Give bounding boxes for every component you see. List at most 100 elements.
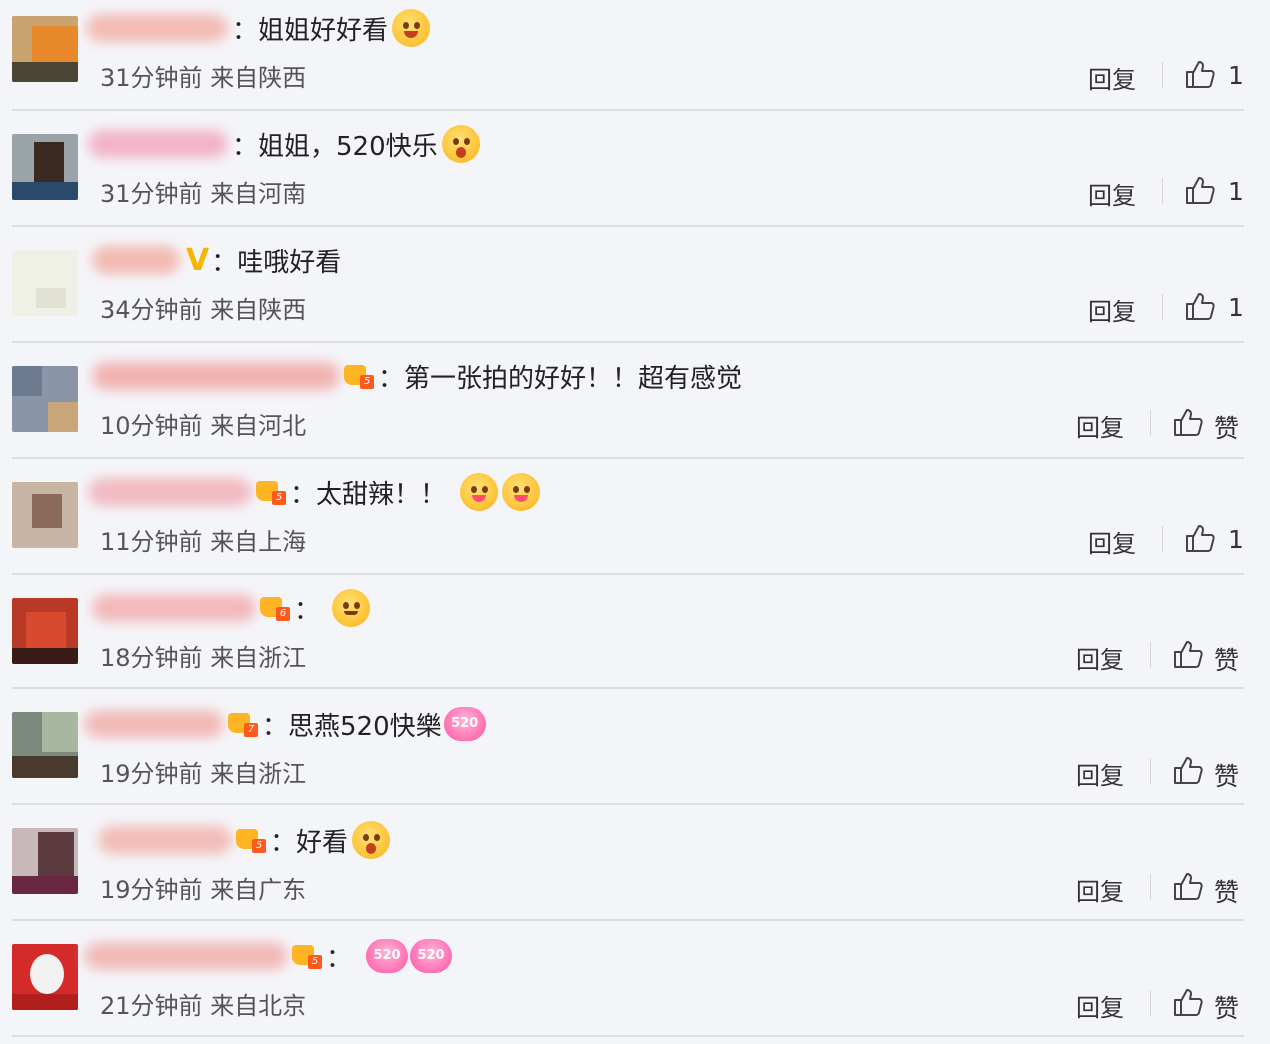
reply-button[interactable]: 回复 bbox=[1088, 176, 1136, 211]
colon: ： bbox=[232, 15, 259, 46]
reply-button[interactable]: 回复 bbox=[1088, 60, 1136, 95]
colon: ： bbox=[290, 479, 317, 510]
avatar[interactable] bbox=[12, 134, 78, 200]
thumbs-up-icon[interactable] bbox=[1184, 58, 1216, 90]
reply-button[interactable]: 回复 bbox=[1088, 292, 1136, 327]
avatar[interactable] bbox=[12, 366, 78, 432]
comment-content: ： 姐姐好好看 bbox=[232, 8, 431, 48]
avatar[interactable] bbox=[12, 598, 78, 664]
like-label[interactable]: 赞 bbox=[1214, 873, 1239, 909]
comment-item: 5 ： 太甜辣！！ 11分钟前 来自上海 回复 1 bbox=[0, 464, 1270, 580]
username[interactable] bbox=[98, 826, 232, 854]
vip-badge-icon: 5 bbox=[292, 943, 322, 969]
comment-item: ： 姐姐好好看 31分钟前 来自陕西 回复 1 bbox=[0, 0, 1270, 116]
like-count[interactable]: 1 bbox=[1228, 61, 1244, 90]
like-count[interactable]: 1 bbox=[1228, 293, 1244, 322]
username[interactable] bbox=[84, 710, 224, 738]
like-label[interactable]: 赞 bbox=[1214, 989, 1239, 1025]
comment-meta: 21分钟前 来自北京 bbox=[100, 986, 306, 1021]
avatar[interactable] bbox=[12, 250, 78, 316]
username[interactable] bbox=[92, 594, 256, 622]
thumbs-up-icon[interactable] bbox=[1184, 522, 1216, 554]
thumbs-up-icon[interactable] bbox=[1172, 406, 1204, 438]
comment-content: 5 ： 520 520 bbox=[292, 936, 453, 976]
comment-location: 来自北京 bbox=[210, 992, 307, 1020]
comment-meta: 31分钟前 来自河南 bbox=[100, 174, 306, 209]
comment-item: V ： 哇哦好看 34分钟前 来自陕西 回复 1 bbox=[0, 232, 1270, 348]
like-label[interactable]: 赞 bbox=[1214, 409, 1239, 445]
reply-button[interactable]: 回复 bbox=[1076, 872, 1124, 907]
username[interactable] bbox=[88, 478, 252, 506]
comment-location: 来自广东 bbox=[210, 876, 307, 904]
like-label[interactable]: 赞 bbox=[1214, 757, 1239, 793]
like-count[interactable]: 1 bbox=[1228, 177, 1244, 206]
comment-text: 思燕520快樂 bbox=[288, 711, 442, 742]
comment-text: 姐姐，520快乐 bbox=[258, 131, 438, 162]
thumbs-up-icon[interactable] bbox=[1172, 638, 1204, 670]
colon: ： bbox=[326, 943, 353, 974]
comment-item: ： 姐姐，520快乐 31分钟前 来自河南 回复 1 bbox=[0, 116, 1270, 232]
comment-item: 5 ： 第一张拍的好好！！超有感觉 10分钟前 来自河北 回复 赞 bbox=[0, 348, 1270, 464]
thumbs-up-icon[interactable] bbox=[1172, 986, 1204, 1018]
heart-520-icon: 520 bbox=[366, 939, 409, 973]
action-divider bbox=[1150, 874, 1151, 900]
comment-location: 来自上海 bbox=[210, 528, 307, 556]
thumbs-up-icon[interactable] bbox=[1172, 870, 1204, 902]
thumbs-up-icon[interactable] bbox=[1184, 290, 1216, 322]
colon: ： bbox=[232, 131, 259, 162]
reply-button[interactable]: 回复 bbox=[1076, 988, 1124, 1023]
comment-meta: 10分钟前 来自河北 bbox=[100, 406, 306, 441]
scream-emoji bbox=[441, 125, 480, 163]
reply-button[interactable]: 回复 bbox=[1076, 640, 1124, 675]
username[interactable] bbox=[88, 130, 228, 158]
comment-time: 34分钟前 bbox=[100, 296, 203, 324]
comment-location: 来自陕西 bbox=[210, 296, 307, 324]
username[interactable] bbox=[92, 246, 180, 274]
comment-time: 31分钟前 bbox=[100, 64, 203, 92]
like-count[interactable]: 1 bbox=[1228, 525, 1244, 554]
divider bbox=[12, 803, 1244, 805]
comment-text: 第一张拍的好好！！超有感觉 bbox=[404, 363, 743, 394]
comment-content: 6 ： bbox=[260, 588, 371, 628]
comment-location: 来自河南 bbox=[210, 180, 307, 208]
avatar[interactable] bbox=[12, 944, 78, 1010]
avatar[interactable] bbox=[12, 712, 78, 778]
comment-text: 姐姐好好看 bbox=[258, 15, 389, 46]
comment-content: ： 姐姐，520快乐 bbox=[232, 124, 480, 164]
comment-item: 7 ： 思燕520快樂 520 19分钟前 来自浙江 回复 赞 bbox=[0, 696, 1270, 812]
heart-520-icon: 520 bbox=[410, 939, 453, 973]
avatar[interactable] bbox=[12, 828, 78, 894]
comment-text: 好看 bbox=[296, 827, 349, 858]
comment-time: 31分钟前 bbox=[100, 180, 203, 208]
comment-location: 来自浙江 bbox=[210, 760, 307, 788]
comment-content: 5 ： 第一张拍的好好！！超有感觉 bbox=[344, 356, 742, 396]
reply-button[interactable]: 回复 bbox=[1076, 408, 1124, 443]
action-divider bbox=[1162, 62, 1163, 88]
username[interactable] bbox=[92, 362, 340, 390]
colon: ： bbox=[211, 247, 238, 278]
thumbs-up-icon[interactable] bbox=[1184, 174, 1216, 206]
action-divider bbox=[1150, 990, 1151, 1016]
comment-item: 5 ： 好看 19分钟前 来自广东 回复 赞 bbox=[0, 812, 1270, 928]
divider bbox=[12, 1035, 1244, 1037]
scream-emoji bbox=[352, 821, 391, 859]
comment-list: ： 姐姐好好看 31分钟前 来自陕西 回复 1 ： 姐姐，520快乐 31分钟前 bbox=[0, 0, 1270, 1044]
username[interactable] bbox=[86, 14, 228, 42]
avatar[interactable] bbox=[12, 16, 78, 82]
divider bbox=[12, 687, 1244, 689]
vip-badge-icon: 5 bbox=[256, 479, 286, 505]
colon: ： bbox=[270, 827, 297, 858]
comment-content: V ： 哇哦好看 bbox=[186, 240, 341, 280]
comment-location: 来自浙江 bbox=[210, 644, 307, 672]
comment-time: 10分钟前 bbox=[100, 412, 203, 440]
action-divider bbox=[1150, 410, 1151, 436]
reply-button[interactable]: 回复 bbox=[1088, 524, 1136, 559]
thumbs-up-icon[interactable] bbox=[1172, 754, 1204, 786]
like-label[interactable]: 赞 bbox=[1214, 641, 1239, 677]
username[interactable] bbox=[84, 942, 288, 970]
colon: ： bbox=[294, 595, 321, 626]
divider bbox=[12, 225, 1244, 227]
kiss-emoji bbox=[502, 473, 541, 511]
reply-button[interactable]: 回复 bbox=[1076, 756, 1124, 791]
avatar[interactable] bbox=[12, 482, 78, 548]
